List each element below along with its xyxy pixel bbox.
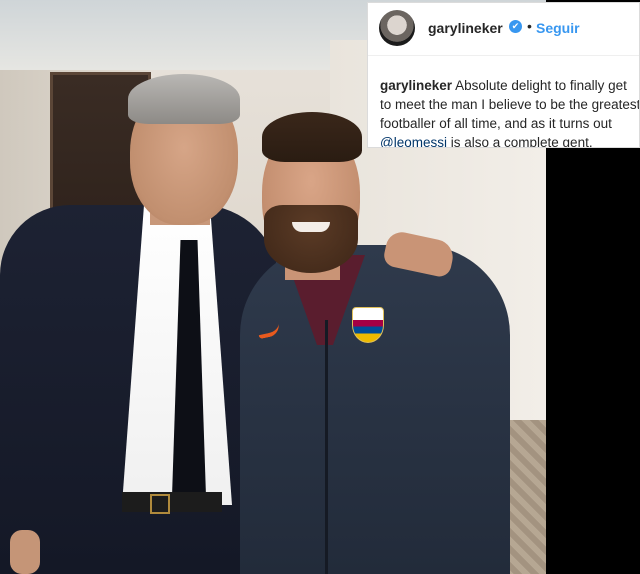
caption-line-3: footballer of all time, and as it turns … bbox=[380, 116, 612, 131]
background-black-panel bbox=[546, 150, 640, 574]
caption-text-4: is also a complete gent. bbox=[450, 135, 593, 147]
instagram-post-card: garylineker ✔ • Seguir garylineker Absol… bbox=[367, 2, 640, 148]
right-man-hair bbox=[262, 112, 362, 162]
caption-username[interactable]: garylineker bbox=[380, 78, 452, 93]
club-crest-icon bbox=[352, 307, 384, 343]
left-man-belt-buckle bbox=[150, 494, 170, 514]
follow-button[interactable]: Seguir bbox=[536, 20, 580, 36]
right-man-beard bbox=[264, 205, 358, 273]
post-header: garylineker ✔ • Seguir bbox=[368, 3, 639, 56]
verified-badge-icon: ✔ bbox=[509, 20, 522, 33]
post-username[interactable]: garylineker bbox=[428, 20, 503, 36]
header-separator: • bbox=[527, 18, 532, 34]
caption-line-4: @leomessi is also a complete gent. bbox=[380, 133, 639, 147]
profile-avatar-icon[interactable] bbox=[379, 10, 415, 46]
post-caption: garylineker Absolute delight to finally … bbox=[380, 76, 639, 147]
caption-line-1: garylineker Absolute delight to finally … bbox=[380, 76, 639, 95]
caption-area: garylineker Absolute delight to finally … bbox=[368, 65, 639, 147]
left-man-hand bbox=[10, 530, 40, 574]
right-man-smile bbox=[292, 222, 330, 232]
right-man-zipper bbox=[325, 320, 328, 574]
right-man-jacket bbox=[240, 245, 510, 574]
caption-line-2: to meet the man I believe to be the grea… bbox=[380, 97, 639, 112]
caption-mention-link[interactable]: @leomessi bbox=[380, 135, 447, 147]
left-man-belt bbox=[122, 492, 222, 512]
caption-text-1: Absolute delight to finally get bbox=[455, 78, 627, 93]
left-man-hair bbox=[128, 74, 240, 124]
